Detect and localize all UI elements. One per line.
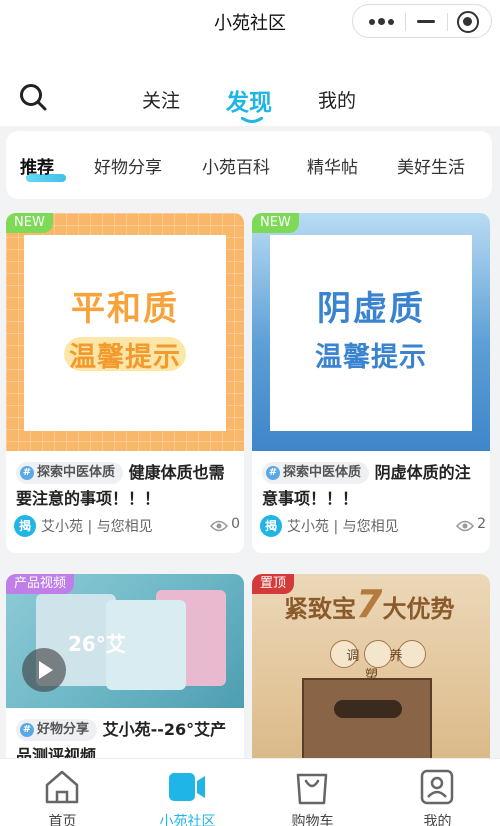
tab-discover[interactable]: 发现 (226, 83, 272, 117)
tab-community-label: 小苑社区 (159, 814, 216, 826)
cover-subtitle: 温馨提示 (315, 342, 427, 373)
post-cover-image: 平和质 温馨提示 (6, 213, 244, 451)
new-badge: NEW (252, 213, 299, 233)
hashtag-icon: # (266, 465, 280, 480)
post-card[interactable]: 26°艾 产品视频 # 好物分享 艾小苑--26°艾产品测评视频 (6, 574, 244, 774)
category-featured[interactable]: 精华帖 (307, 153, 358, 178)
tab-home-label: 首页 (48, 814, 77, 826)
avatar[interactable]: 揭 (14, 515, 36, 537)
tab-profile-label: 我的 (423, 814, 452, 826)
video-badge: 产品视频 (6, 574, 75, 594)
profile-icon (420, 769, 454, 805)
pinned-badge: 置顶 (252, 574, 295, 594)
category-encyclopedia[interactable]: 小苑百科 (202, 153, 270, 178)
community-nav: 关注 发现 我的 (0, 50, 500, 126)
close-target-icon[interactable] (457, 11, 479, 33)
post-cover-image: 26°艾 (6, 574, 244, 708)
active-tab-indicator (241, 117, 263, 123)
cover-headline: 紧致宝 (284, 595, 356, 623)
post-meta: 揭 艾小苑 | 与您相见 2 (260, 514, 486, 538)
hashtag-icon: # (20, 465, 34, 480)
post-card[interactable]: 平和质 温馨提示 NEW # 探索中医体质 健康体质也需要注意的事项！！！ 揭 艾… (6, 213, 244, 553)
post-card[interactable]: 紧致宝7大优势 调 养 塑 置顶 (252, 574, 490, 774)
home-icon (45, 770, 79, 804)
topic-tag[interactable]: # 探索中医体质 (262, 461, 370, 484)
hashtag-icon: # (20, 722, 34, 737)
search-icon[interactable] (18, 82, 48, 112)
view-count: 2 (477, 516, 486, 532)
author-name: 艾小苑 | 与您相见 (41, 519, 153, 535)
tab-follow[interactable]: 关注 (142, 86, 180, 113)
cover-number: 7 (356, 582, 383, 626)
topic-tag[interactable]: # 探索中医体质 (16, 461, 124, 484)
category-bar: 推荐 好物分享 小苑百科 精华帖 美好生活 (6, 131, 492, 199)
tab-profile[interactable]: 我的 (375, 759, 500, 826)
category-recommend[interactable]: 推荐 (20, 153, 54, 178)
cover-headline: 平和质 (71, 289, 179, 329)
author-name: 艾小苑 | 与您相见 (287, 519, 399, 535)
avatar[interactable]: 揭 (260, 515, 282, 537)
more-icon[interactable] (369, 18, 395, 26)
cover-subtitle: 大优势 (382, 595, 455, 623)
tab-cart[interactable]: 购物车 (250, 759, 375, 826)
post-meta: 揭 艾小苑 | 与您相见 0 (14, 514, 240, 538)
cover-product-text: 26°艾 (68, 632, 126, 656)
tab-mine[interactable]: 我的 (318, 86, 356, 113)
play-button[interactable] (22, 648, 66, 692)
eye-icon (210, 520, 228, 532)
new-badge: NEW (6, 213, 53, 233)
play-icon (39, 661, 53, 679)
post-card[interactable]: 阴虚质 温馨提示 NEW # 探索中医体质 阴虚体质的注意事项！！！ 揭 艾小苑 … (252, 213, 490, 553)
video-camera-icon (169, 773, 205, 801)
bottom-tab-bar: 首页 小苑社区 购物车 我的 (0, 758, 500, 826)
eye-icon (456, 520, 474, 532)
mini-program-capsule (352, 4, 492, 38)
category-goods-share[interactable]: 好物分享 (94, 153, 162, 178)
topic-tag[interactable]: # 好物分享 (16, 718, 98, 741)
tab-home[interactable]: 首页 (0, 759, 125, 826)
shopping-bag-icon (296, 773, 328, 805)
cover-subtitle: 温馨提示 (69, 342, 181, 373)
cover-headline: 阴虚质 (317, 289, 425, 329)
tab-cart-label: 购物车 (291, 814, 334, 826)
minimize-icon[interactable] (417, 20, 435, 23)
app-top-bar: 小苑社区 (0, 0, 500, 50)
category-good-life[interactable]: 美好生活 (397, 153, 465, 178)
tab-community[interactable]: 小苑社区 (125, 759, 250, 826)
view-count: 0 (231, 516, 240, 532)
post-cover-image: 阴虚质 温馨提示 (252, 213, 490, 451)
post-cover-image: 紧致宝7大优势 调 养 塑 (252, 574, 490, 774)
